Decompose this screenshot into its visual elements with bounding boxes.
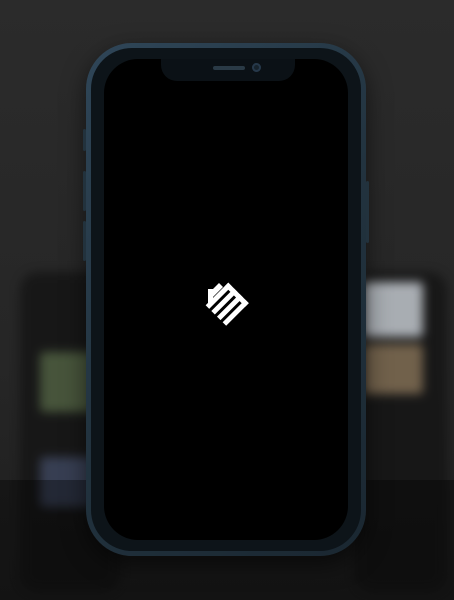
- power-button: [366, 181, 369, 243]
- volume-up-button: [83, 171, 86, 211]
- front-camera: [252, 63, 261, 72]
- phone-bezel: [91, 48, 361, 551]
- speaker-grille: [213, 66, 245, 70]
- splash-screen: [104, 59, 348, 540]
- house-stairs-logo-icon: [205, 282, 249, 326]
- volume-down-button: [83, 221, 86, 261]
- notch: [161, 59, 295, 81]
- silent-switch: [83, 129, 86, 151]
- phone-device: [83, 43, 369, 556]
